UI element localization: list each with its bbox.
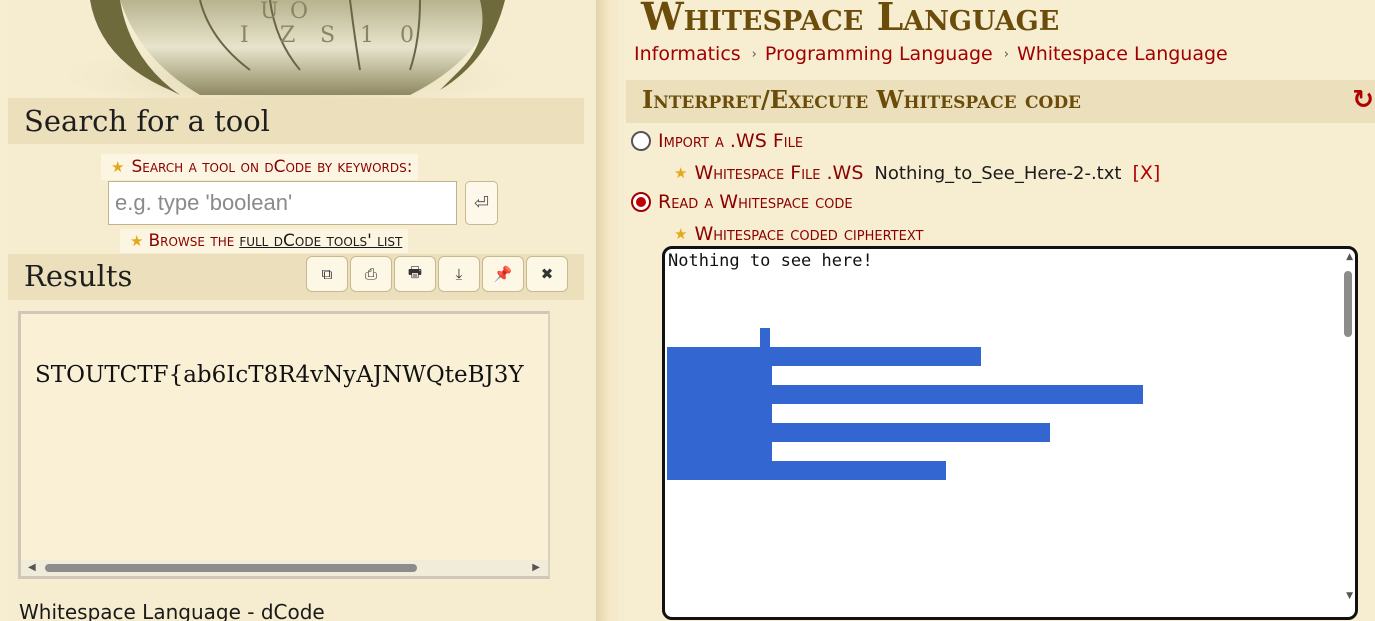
results-horizontal-scrollbar[interactable]: ◀ ▶: [21, 560, 548, 576]
scrollbar-thumb[interactable]: [1344, 271, 1352, 337]
whitespace-selection: [760, 328, 770, 348]
browse-prefix: Browse the: [148, 231, 235, 251]
search-section-title: Search for a tool: [24, 104, 270, 138]
sidebar-divider: [596, 0, 626, 621]
close-icon: ✖: [540, 265, 554, 283]
import-radio[interactable]: [631, 131, 651, 151]
whitespace-selection: [667, 442, 772, 461]
scroll-right-icon[interactable]: ▶: [532, 562, 540, 573]
whitespace-selection: [667, 366, 772, 385]
results-section-title: Results: [24, 259, 133, 293]
close-button[interactable]: ✖: [526, 256, 568, 292]
refresh-icon[interactable]: ↻: [1352, 85, 1374, 115]
breadcrumb-separator-icon: ›: [1003, 46, 1009, 62]
search-section-header: Search for a tool: [8, 98, 584, 144]
breadcrumb-separator-icon: ›: [751, 46, 757, 62]
enter-icon: ⏎: [473, 192, 490, 214]
breadcrumb-whitespace-language[interactable]: Whitespace Language: [1017, 43, 1228, 65]
whitespace-selection: [667, 347, 981, 366]
dcode-logo: U O I Z S 1 0: [60, 0, 520, 98]
whitespace-selection: [667, 404, 772, 423]
star-icon: ★: [674, 163, 688, 182]
file-name: Nothing_to_See_Here-2-.txt: [874, 162, 1122, 184]
ciphertext-label-row: ★ Whitespace coded ciphertext: [674, 223, 923, 245]
breadcrumb-programming-language[interactable]: Programming Language: [765, 43, 993, 65]
search-input[interactable]: [108, 181, 457, 225]
file-clear-button[interactable]: [X]: [1132, 162, 1160, 184]
result-text: STOUTCTF{ab6IcT8R4vNyAJNWQteBJ3Y: [35, 362, 524, 388]
keywords-label-text: Search a tool on dCode by keywords:: [131, 157, 413, 177]
copy-button[interactable]: ⧉: [306, 256, 348, 292]
page-title: Whitespace Language: [641, 0, 1060, 39]
ciphertext-vertical-scrollbar[interactable]: ▲ ▼: [1341, 249, 1355, 617]
download-button[interactable]: ⤓: [438, 256, 480, 292]
read-radio[interactable]: [631, 192, 651, 212]
svg-text:0: 0: [400, 23, 414, 48]
scroll-down-icon[interactable]: ▼: [1346, 591, 1353, 601]
share-button[interactable]: ⎙: [350, 256, 392, 292]
option-read-code[interactable]: Read a Whitespace code: [631, 191, 853, 213]
page: U O I Z S 1 0 Search for a tool ★ Search…: [0, 0, 1375, 621]
svg-text:1: 1: [360, 23, 374, 48]
full-tools-list-link[interactable]: full dCode tools' list: [239, 231, 402, 251]
star-icon: ★: [674, 224, 688, 243]
browse-tools-row: ★ Browse the full dCode tools' list: [120, 229, 409, 253]
breadcrumb: Informatics › Programming Language › Whi…: [634, 43, 1228, 65]
whitespace-selection: [667, 461, 946, 480]
share-icon: ⎙: [364, 265, 377, 283]
tool-section-title: Interpret/Execute Whitespace code: [642, 85, 1082, 114]
pin-button[interactable]: 📌: [482, 256, 524, 292]
star-icon: ★: [130, 231, 144, 250]
print-button[interactable]: 🖶: [394, 256, 436, 292]
results-panel[interactable]: STOUTCTF{ab6IcT8R4vNyAJNWQteBJ3Y ◀ ▶: [18, 311, 550, 579]
option-import-file[interactable]: Import a .WS File: [631, 130, 803, 152]
file-row: ★ Whitespace File .WS Nothing_to_See_Her…: [674, 162, 1160, 184]
scroll-left-icon[interactable]: ◀: [28, 562, 36, 573]
pin-icon: 📌: [493, 265, 513, 283]
option-import-label: Import a .WS File: [658, 130, 804, 152]
footer-page-link[interactable]: Whitespace Language - dCode: [19, 600, 325, 621]
copy-icon: ⧉: [321, 265, 333, 283]
ciphertext-label: Whitespace coded ciphertext: [694, 223, 924, 245]
download-icon: ⤓: [455, 265, 463, 283]
print-icon: 🖶: [407, 262, 423, 281]
ciphertext-content: Nothing to see here!: [668, 251, 873, 271]
breadcrumb-informatics[interactable]: Informatics: [634, 43, 741, 65]
svg-text:I: I: [240, 23, 249, 48]
option-read-label: Read a Whitespace code: [658, 191, 853, 213]
scrollbar-thumb[interactable]: [45, 564, 417, 572]
tool-section-header: Interpret/Execute Whitespace code ↻: [626, 80, 1375, 123]
whitespace-selection: [667, 423, 1050, 442]
ciphertext-textarea[interactable]: Nothing to see here! ▲ ▼: [662, 246, 1358, 620]
keywords-label: ★ Search a tool on dCode by keywords:: [101, 154, 419, 180]
search-submit-button[interactable]: ⏎: [465, 181, 498, 225]
scroll-up-icon[interactable]: ▲: [1346, 252, 1353, 262]
svg-text:S: S: [320, 23, 335, 48]
star-icon: ★: [111, 157, 125, 176]
file-label: Whitespace File .WS: [694, 162, 864, 184]
svg-text:U: U: [260, 0, 279, 24]
whitespace-selection: [667, 385, 1143, 404]
svg-text:O: O: [290, 0, 308, 24]
svg-text:Z: Z: [280, 23, 295, 48]
results-toolbar: ⧉ ⎙ 🖶 ⤓ 📌 ✖: [306, 256, 570, 292]
